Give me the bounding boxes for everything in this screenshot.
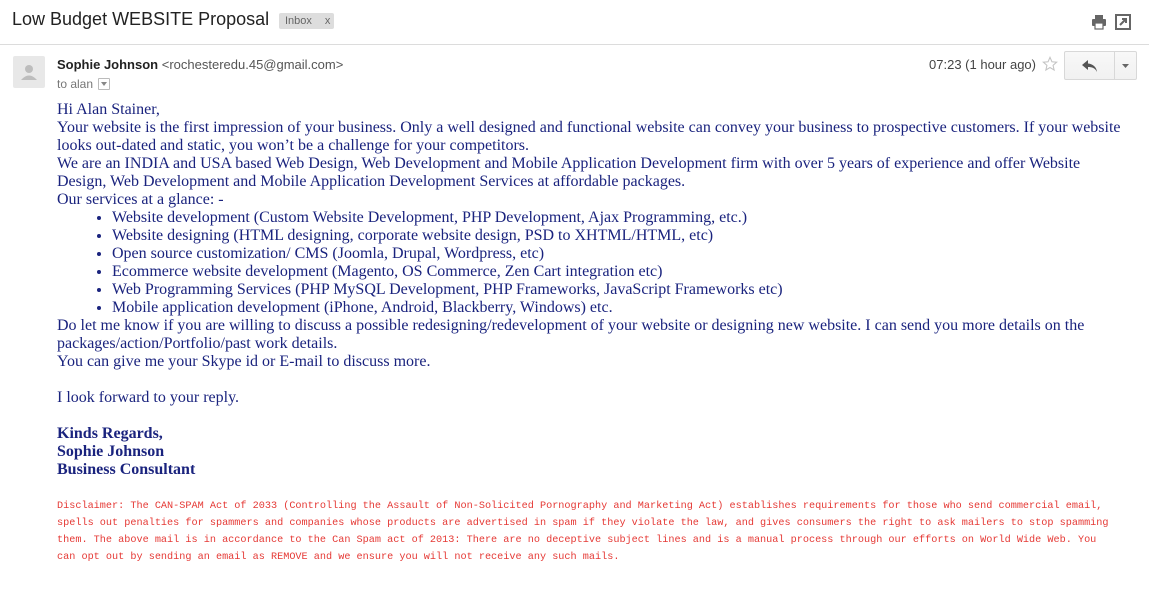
chevron-down-icon (1122, 63, 1129, 68)
signature-title: Business Consultant (57, 461, 196, 478)
printer-icon[interactable] (1091, 14, 1107, 30)
reply-button[interactable] (1065, 52, 1115, 79)
sender-name[interactable]: Sophie Johnson (57, 57, 158, 72)
recipient-line: to alan (57, 77, 111, 91)
chevron-down-icon (101, 82, 108, 86)
email-subject: Low Budget WEBSITE Proposal (12, 9, 270, 29)
recipient-text: to alan (57, 77, 94, 91)
list-item: Website designing (HTML designing, corpo… (112, 227, 1132, 245)
greeting: Hi Alan Stainer, (57, 101, 160, 118)
sender-info: Sophie Johnson <rochesteredu.45@gmail.co… (57, 57, 343, 72)
inbox-label-text: Inbox (285, 15, 312, 27)
subject-bar: Low Budget WEBSITE Proposal Inbox x (0, 0, 1149, 45)
sender-avatar (13, 56, 45, 88)
services-list: Website development (Custom Website Deve… (57, 209, 1132, 317)
services-intro: Our services at a glance: - (57, 191, 224, 208)
message-time: 07:23 (1 hour ago) (929, 57, 1036, 72)
list-item: Website development (Custom Website Deve… (112, 209, 1132, 227)
list-item: Ecommerce website development (Magento, … (112, 263, 1132, 281)
signature-name: Sophie Johnson (57, 443, 165, 460)
paragraph-offer: Do let me know if you are willing to dis… (57, 317, 1085, 352)
reply-button-group (1064, 51, 1137, 80)
reply-icon (1081, 59, 1097, 72)
signature-regards: Kinds Regards, (57, 425, 163, 442)
sender-email: <rochesteredu.45@gmail.com> (161, 57, 344, 72)
closing-line: I look forward to your reply. (57, 389, 240, 406)
person-icon (21, 65, 37, 80)
list-item: Mobile application development (iPhone, … (112, 299, 1132, 317)
recipient-details-toggle[interactable] (98, 78, 111, 90)
top-actions (1091, 14, 1131, 30)
email-body: Hi Alan Stainer, Your website is the fir… (57, 101, 1132, 479)
new-window-icon[interactable] (1115, 14, 1131, 30)
paragraph-contact: You can give me your Skype id or E-mail … (57, 353, 431, 370)
paragraph-company: We are an INDIA and USA based Web Design… (57, 155, 1081, 190)
list-item: Open source customization/ CMS (Joomla, … (112, 245, 1132, 263)
list-item: Web Programming Services (PHP MySQL Deve… (112, 281, 1132, 299)
disclaimer-text: Disclaimer: The CAN-SPAM Act of 2033 (Co… (57, 501, 1109, 563)
star-icon[interactable] (1042, 56, 1058, 77)
paragraph-intro: Your website is the first impression of … (57, 119, 1121, 154)
inbox-label-chip[interactable]: Inbox x (279, 13, 335, 29)
remove-label-button[interactable]: x (325, 13, 331, 29)
more-options-button[interactable] (1115, 52, 1136, 79)
